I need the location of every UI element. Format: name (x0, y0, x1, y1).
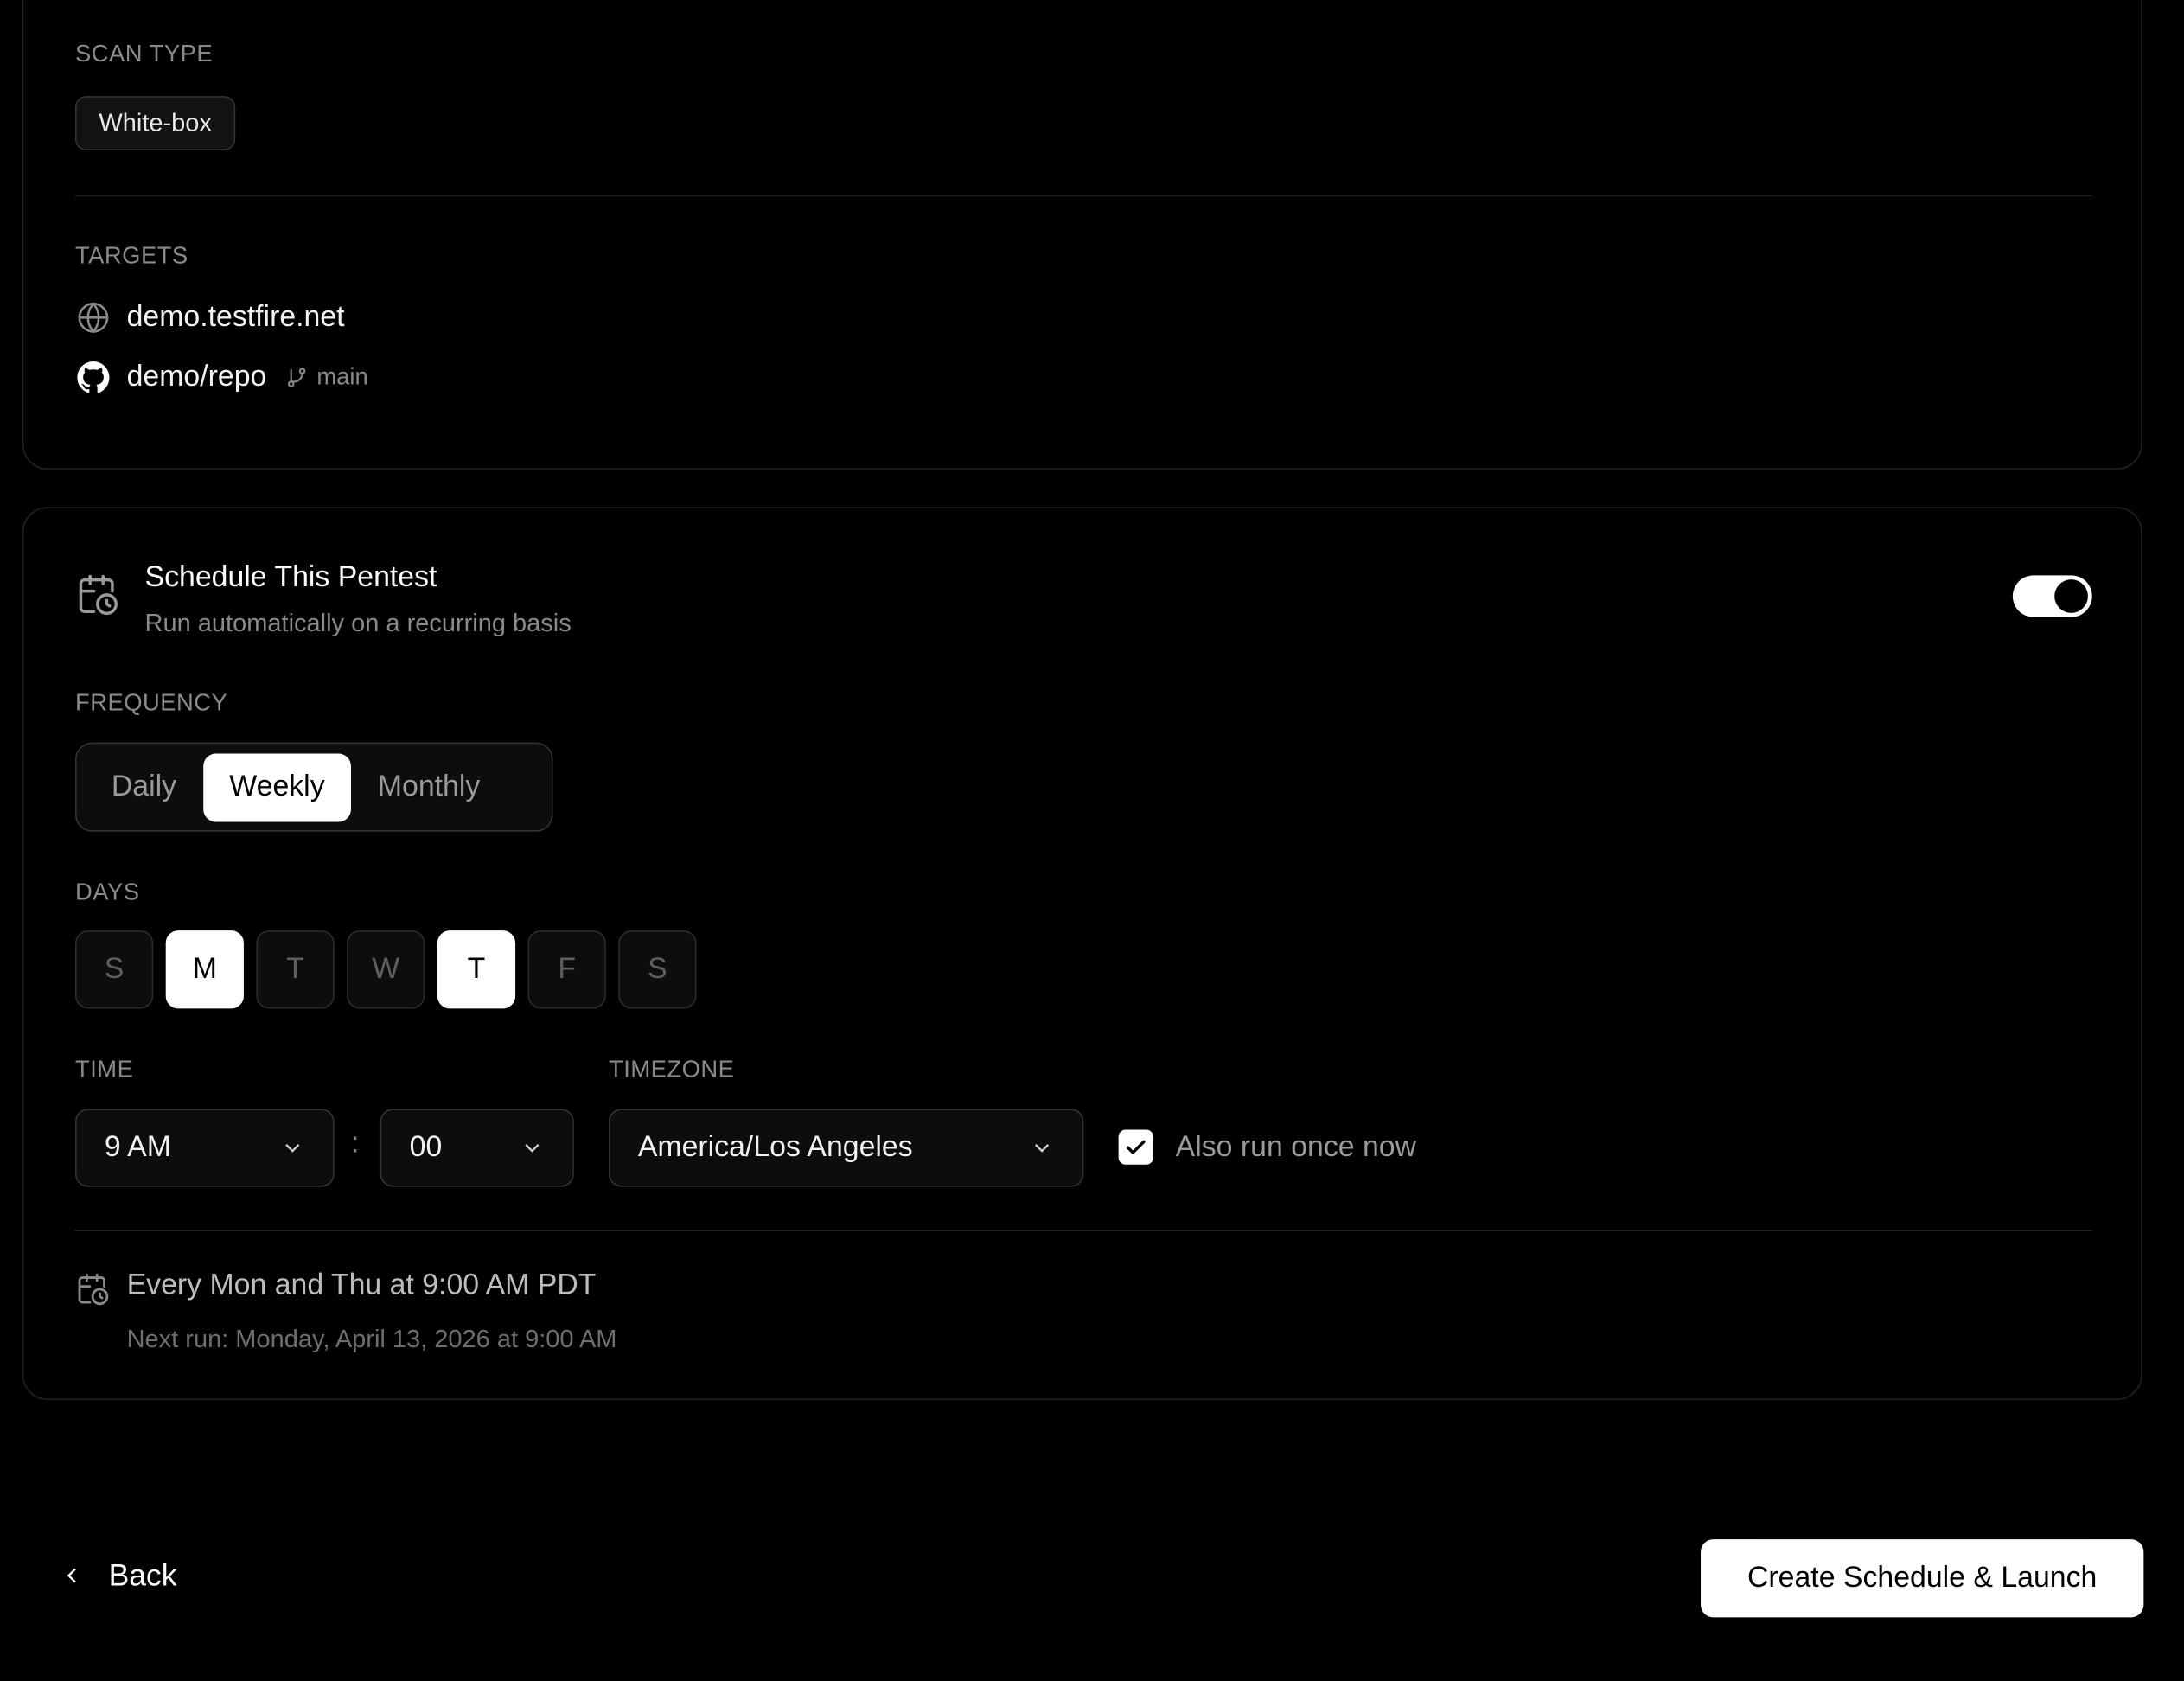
github-icon (75, 360, 110, 394)
day-wednesday[interactable]: W (347, 930, 425, 1009)
frequency-monthly[interactable]: Monthly (351, 753, 507, 821)
back-button[interactable]: Back (61, 1557, 177, 1594)
hour-value: 9 AM (104, 1131, 171, 1164)
toggle-knob (2054, 579, 2088, 613)
scan-summary-card: SCAN TYPE White-box TARGETS demo.testfir… (22, 0, 2142, 470)
day-tuesday[interactable]: T (256, 930, 335, 1009)
target-repo-name: demo/repo (126, 360, 267, 393)
calendar-clock-icon (75, 572, 120, 624)
timezone-value: America/Los Angeles (637, 1131, 913, 1164)
time-separator: : (350, 1127, 360, 1160)
timezone-select[interactable]: America/Los Angeles (609, 1109, 1084, 1187)
frequency-segmented-control: Daily Weekly Monthly (74, 742, 553, 832)
create-schedule-launch-button[interactable]: Create Schedule & Launch (1701, 1539, 2144, 1618)
time-label: TIME (74, 1056, 134, 1083)
target-repo: demo/repo main (75, 360, 368, 394)
targets-label: TARGETS (74, 242, 188, 269)
timezone-label: TIMEZONE (609, 1056, 735, 1083)
run-now-checkbox[interactable] (1118, 1129, 1153, 1165)
run-now-option[interactable]: Also run once now (1118, 1129, 1417, 1165)
target-web-name: demo.testfire.net (126, 300, 345, 333)
days-label: DAYS (74, 879, 140, 906)
frequency-weekly[interactable]: Weekly (202, 752, 352, 821)
chevron-left-icon (67, 1568, 76, 1583)
calendar-clock-icon (75, 1272, 110, 1313)
globe-icon (75, 299, 110, 334)
day-friday[interactable]: F (527, 930, 606, 1009)
run-now-label: Also run once now (1175, 1130, 1417, 1163)
next-run-text: Next run: Monday, April 13, 2026 at 9:00… (126, 1325, 617, 1353)
chevron-down-icon (285, 1143, 300, 1153)
scan-type-badge: White-box (74, 96, 236, 150)
day-sunday[interactable]: S (74, 930, 154, 1009)
day-thursday[interactable]: T (437, 930, 516, 1009)
branch: main (286, 363, 368, 391)
divider (74, 195, 2092, 197)
divider (74, 1230, 2092, 1232)
back-label: Back (108, 1557, 177, 1593)
hour-select[interactable]: 9 AM (74, 1109, 335, 1187)
schedule-title: Schedule This Pentest (144, 561, 437, 594)
branch-name: main (316, 362, 368, 390)
minute-select[interactable]: 00 (380, 1109, 574, 1187)
chevron-down-icon (1034, 1143, 1050, 1153)
schedule-card: Schedule This Pentest Run automatically … (22, 507, 2142, 1401)
schedule-toggle[interactable] (2012, 575, 2092, 617)
chevron-down-icon (525, 1143, 540, 1153)
frequency-daily[interactable]: Daily (85, 753, 202, 821)
day-monday[interactable]: M (165, 930, 244, 1009)
git-branch-icon (288, 367, 307, 387)
minute-value: 00 (409, 1131, 443, 1164)
page: SCAN TYPE White-box TARGETS demo.testfir… (0, 0, 2184, 1681)
schedule-summary: Every Mon and Thu at 9:00 AM PDT (126, 1269, 597, 1301)
scan-type-label: SCAN TYPE (74, 40, 214, 67)
days-picker: S M T W T F S (74, 930, 697, 1009)
target-web: demo.testfire.net (75, 299, 345, 334)
day-saturday[interactable]: S (618, 930, 697, 1009)
check-icon (1126, 1140, 1146, 1154)
schedule-subtitle: Run automatically on a recurring basis (144, 609, 572, 637)
frequency-label: FREQUENCY (74, 689, 228, 717)
